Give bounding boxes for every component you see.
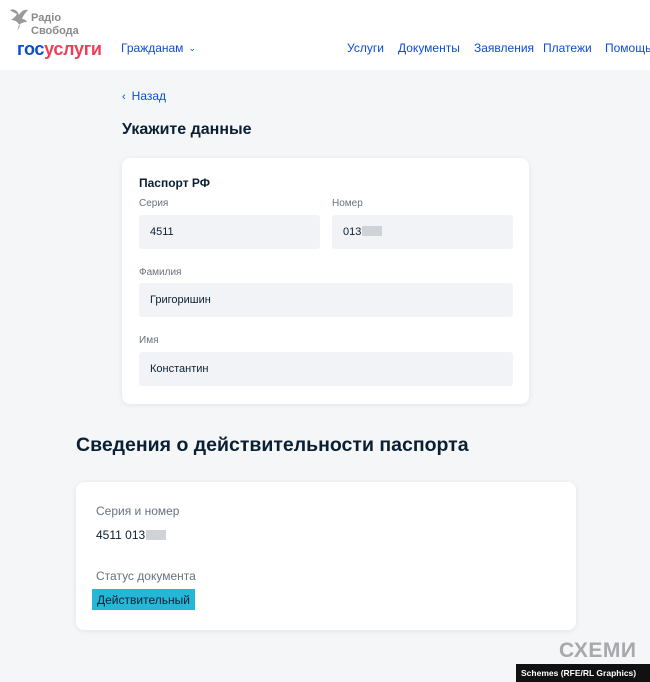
redaction-blur — [146, 530, 167, 540]
number-label: Номер — [332, 198, 363, 209]
top-header: Радіо Свобода госуслуги Гражданам ⌄ Услуг… — [0, 0, 650, 70]
chevron-left-icon: ‹ — [122, 91, 126, 103]
back-link-label: Назад — [131, 89, 167, 103]
credit-bar: Schemes (RFE/RL Graphics) — [516, 664, 650, 682]
citizens-menu[interactable]: Гражданам ⌄ — [121, 41, 196, 55]
gosuslugi-logo[interactable]: госуслуги — [17, 39, 102, 59]
citizens-menu-label: Гражданам — [121, 41, 184, 55]
dove-icon — [10, 9, 28, 31]
logo-part-uslugi: услуги — [44, 39, 102, 59]
surname-value: Григоришин — [150, 294, 211, 306]
series-number-value: 4511 013 — [96, 528, 146, 542]
watermark-line-1: Радіо — [31, 12, 62, 24]
page-title: Укажите данные — [122, 121, 252, 138]
validity-section-title: Сведения о действительности паспорта — [76, 434, 469, 456]
nav-item-payments[interactable]: Платежи — [543, 41, 592, 55]
logo-part-gos: гос — [17, 39, 45, 59]
surname-label: Фамилия — [139, 267, 182, 278]
passport-card-title: Паспорт РФ — [139, 176, 211, 190]
surname-field[interactable]: Григоришин — [139, 283, 513, 317]
name-value: Константин — [150, 363, 209, 375]
series-label: Серия — [139, 198, 169, 209]
name-label: Имя — [139, 335, 159, 346]
series-value: 4511 — [150, 226, 174, 238]
nav-item-services[interactable]: Услуги — [347, 41, 384, 55]
nav-item-help[interactable]: Помощь — [605, 41, 650, 55]
series-field[interactable]: 4511 — [139, 215, 320, 249]
credit-text: Schemes (RFE/RL Graphics) — [521, 668, 637, 678]
validity-card: Серия и номер 4511 013 Статус документа … — [76, 482, 576, 630]
back-link[interactable]: ‹ Назад — [122, 89, 166, 103]
chevron-down-icon: ⌄ — [188, 43, 196, 53]
nav-item-applications[interactable]: Заявления — [474, 41, 534, 55]
status-badge: Действительный — [92, 589, 195, 610]
radio-svoboda-logo: Радіо Свобода — [8, 6, 88, 40]
shemy-watermark: СХЕМИ — [559, 639, 637, 662]
number-value-wrap: 013 — [343, 226, 383, 238]
passport-card: Паспорт РФ Серия 4511 Номер 013 Фамилия … — [122, 158, 529, 404]
series-number-label: Серия и номер — [96, 504, 180, 518]
number-value: 013 — [343, 226, 362, 238]
status-label: Статус документа — [96, 569, 196, 583]
redaction-blur — [362, 226, 383, 236]
watermark-line-2: Свобода — [31, 25, 79, 37]
series-number-value-wrap: 4511 013 — [96, 528, 167, 542]
number-field[interactable]: 013 — [332, 215, 513, 249]
name-field[interactable]: Константин — [139, 352, 513, 386]
nav-item-documents[interactable]: Документы — [398, 41, 460, 55]
